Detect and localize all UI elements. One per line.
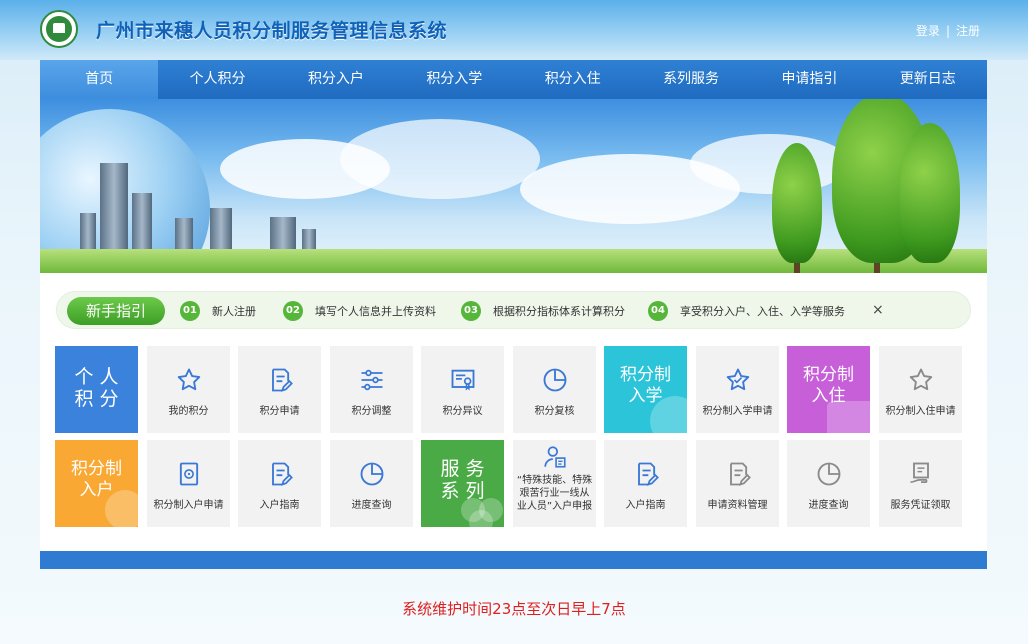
- tile-label-line3: 业人员”入户申报: [516, 501, 593, 512]
- nav-personal-points[interactable]: 个人积分: [158, 60, 276, 99]
- guide-step-3: 03 根据积分指标体系计算积分: [461, 300, 625, 322]
- category-line1: 服 务: [440, 458, 485, 480]
- step-text: 根据积分指标体系计算积分: [493, 305, 625, 318]
- tile-points-apply[interactable]: 积分申请: [238, 346, 321, 433]
- tile-points-adjust[interactable]: 积分调整: [330, 346, 413, 433]
- category-line2: 入住: [811, 386, 846, 406]
- system-title: 广州市来穗人员积分制服务管理信息系统: [96, 20, 448, 42]
- tile-points-objection[interactable]: 积分异议: [421, 346, 504, 433]
- tile-label: 进度查询: [351, 500, 392, 511]
- tile-progress-query[interactable]: 进度查询: [330, 440, 413, 527]
- nav-services[interactable]: 系列服务: [632, 60, 750, 99]
- tile-progress-query-2[interactable]: 进度查询: [787, 440, 870, 527]
- category-line1: 积分制: [71, 459, 122, 479]
- category-points-household[interactable]: 积分制 入户: [55, 440, 138, 527]
- step-number: 04: [648, 301, 668, 321]
- tile-materials-manage[interactable]: 申请资料管理: [696, 440, 779, 527]
- pie-chart-icon: [817, 462, 840, 486]
- nav-points-housing[interactable]: 积分入住: [514, 60, 632, 99]
- step-text: 享受积分入户、入住、入学等服务: [680, 305, 845, 318]
- tile-housing-apply[interactable]: 积分制入住申请: [879, 346, 962, 433]
- category-line2: 积 分: [74, 388, 119, 410]
- tile-label: 积分制入住申请: [885, 406, 956, 417]
- tile-points-review[interactable]: 积分复核: [513, 346, 596, 433]
- tile-household-guide[interactable]: 入户指南: [238, 440, 321, 527]
- tile-label: 积分制入户申请: [153, 500, 224, 511]
- tile-special-skills-apply[interactable]: “特殊技能、特殊 艰苦行业一线从 业人员”入户申报: [513, 440, 596, 527]
- edit-document-icon: [637, 462, 659, 486]
- login-link[interactable]: 登录: [916, 24, 940, 38]
- category-points-school[interactable]: 积分制 入学: [604, 346, 687, 433]
- user-doc-icon: [543, 446, 566, 468]
- tile-label: 积分调整: [351, 406, 392, 417]
- pie-chart-icon: [360, 462, 383, 486]
- hand-document-icon: [909, 462, 929, 484]
- close-icon[interactable]: ×: [872, 302, 884, 318]
- step-number: 03: [461, 301, 481, 321]
- step-number: 02: [283, 301, 303, 321]
- star-icon: [177, 368, 200, 391]
- tile-label: 积分异议: [442, 406, 483, 417]
- step-number: 01: [180, 301, 200, 321]
- category-line1: 积分制: [803, 365, 854, 385]
- guide-step-1: 01 新人注册: [180, 300, 256, 322]
- nav-home[interactable]: 首页: [40, 60, 159, 99]
- tile-household-apply[interactable]: 积分制入户申请: [147, 440, 230, 527]
- nav-points-school[interactable]: 积分入学: [395, 60, 513, 99]
- nav-guide[interactable]: 申请指引: [750, 60, 868, 99]
- category-personal-points[interactable]: 个 人 积 分: [55, 346, 138, 433]
- category-line2: 入学: [628, 386, 663, 406]
- footer-bar: [40, 551, 987, 569]
- guide-step-2: 02 填写个人信息并上传资料: [283, 300, 436, 322]
- star-icon: [726, 368, 749, 391]
- certificate-icon: [451, 369, 474, 391]
- category-line2: 系 列: [440, 480, 485, 502]
- register-link[interactable]: 注册: [956, 24, 980, 38]
- logo-icon: [40, 10, 78, 48]
- nav-points-household[interactable]: 积分入户: [277, 60, 395, 99]
- tile-label-line2: 艰苦行业一线从: [519, 488, 590, 499]
- step-text: 新人注册: [212, 305, 256, 318]
- banner-image: [40, 99, 987, 273]
- category-services[interactable]: 服 务 系 列: [421, 440, 504, 527]
- step-text: 填写个人信息并上传资料: [315, 305, 436, 318]
- tile-my-points[interactable]: 我的积分: [147, 346, 230, 433]
- tile-label: 入户指南: [259, 500, 300, 511]
- star-icon: [909, 368, 932, 391]
- auth-links: 登录 | 注册: [916, 22, 980, 39]
- category-line1: 积分制: [620, 365, 671, 385]
- maintenance-notice: 系统维护时间23点至次日早上7点: [402, 600, 626, 618]
- newbie-guide-badge: 新手指引: [67, 297, 165, 325]
- pie-chart-icon: [543, 368, 566, 392]
- edit-document-icon: [271, 368, 293, 392]
- tile-label: 积分制入学申请: [702, 406, 773, 417]
- tile-school-apply[interactable]: 积分制入学申请: [696, 346, 779, 433]
- guide-step-4: 04 享受积分入户、入住、入学等服务: [648, 300, 845, 322]
- tile-label: 积分申请: [259, 406, 300, 417]
- tile-label: 我的积分: [168, 406, 209, 417]
- tile-label: 入户指南: [625, 500, 666, 511]
- tile-label: 积分复核: [534, 406, 575, 417]
- badge-icon: [179, 462, 198, 486]
- tile-label: 申请资料管理: [707, 500, 768, 511]
- category-line1: 个 人: [74, 366, 119, 388]
- tile-household-guide-2[interactable]: 入户指南: [604, 440, 687, 527]
- tile-label: 进度查询: [808, 500, 849, 511]
- header: 广州市来穗人员积分制服务管理信息系统 登录 | 注册: [0, 0, 1028, 60]
- tile-label-line1: “特殊技能、特殊: [516, 475, 593, 486]
- auth-separator: |: [945, 24, 950, 38]
- sliders-icon: [361, 369, 382, 391]
- main-nav: 首页 个人积分 积分入户 积分入学 积分入住 系列服务 申请指引 更新日志: [40, 60, 987, 99]
- edit-document-icon: [729, 462, 751, 486]
- nav-changelog[interactable]: 更新日志: [869, 60, 987, 99]
- tile-service-voucher[interactable]: 服务凭证领取: [879, 440, 962, 527]
- tile-label: 服务凭证领取: [890, 500, 951, 511]
- category-points-housing[interactable]: 积分制 入住: [787, 346, 870, 433]
- category-line2: 入户: [79, 480, 114, 500]
- edit-document-icon: [271, 462, 293, 486]
